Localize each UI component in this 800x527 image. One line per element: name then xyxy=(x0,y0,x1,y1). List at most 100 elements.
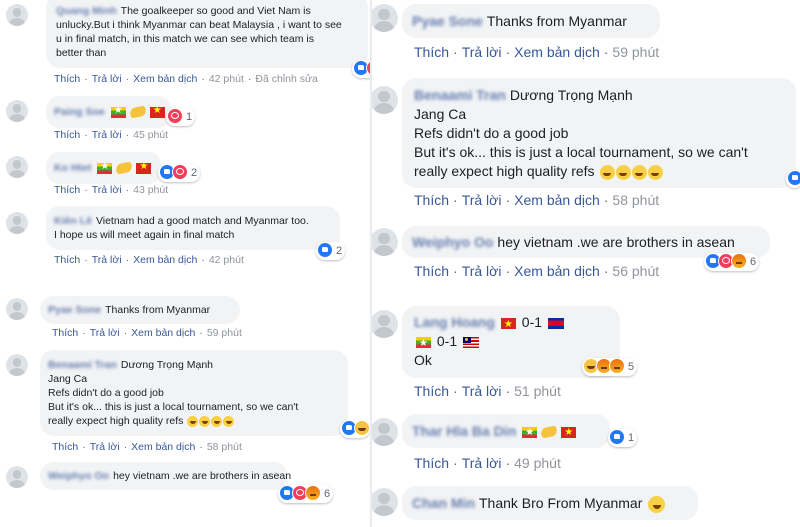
reaction-summary[interactable]: 2 xyxy=(158,164,201,182)
translate-link[interactable]: Xem bản dịch xyxy=(514,44,600,60)
laughing-emoji-icon xyxy=(211,415,223,427)
mention-tag[interactable]: Dương Trọng Mạnh xyxy=(510,87,633,103)
comment-author[interactable]: Quang Minh xyxy=(56,5,117,17)
comment-actions: Thích · Trả lời · 51 phút xyxy=(414,383,561,399)
comment-actions: Thích · Trả lời · Xem bản dịch · 58 phút xyxy=(52,441,242,453)
like-link[interactable]: Thích xyxy=(414,455,449,471)
comment: Pyae Sone Thanks from Myanmar Thích · Trả l… xyxy=(372,0,800,66)
comment-actions: Thích · Trả lời · Xem bản dịch · 58 phút xyxy=(414,192,660,208)
comment-actions: Thích · Trả lời · Xem bản dịch · 56 phút xyxy=(414,263,660,279)
comment-bubble: Kiên Lê Vietnam had a good match and Myan… xyxy=(46,206,340,250)
avatar[interactable] xyxy=(372,4,398,32)
like-link[interactable]: Thích xyxy=(414,44,449,60)
comment-time[interactable]: 43 phút xyxy=(133,184,168,196)
reply-link[interactable]: Trả lời xyxy=(462,455,502,471)
myanmar-flag-icon xyxy=(522,424,538,442)
comment-time[interactable]: 42 phút xyxy=(209,73,244,85)
comment-author[interactable]: Pyae Sone xyxy=(412,13,483,29)
comment-author[interactable]: Weiphyo Oo xyxy=(48,470,109,482)
reaction-summary[interactable] xyxy=(340,420,370,438)
reaction-summary[interactable]: 6 xyxy=(704,253,760,271)
avatar[interactable] xyxy=(6,100,28,122)
reaction-count: 2 xyxy=(191,167,198,179)
avatar[interactable] xyxy=(6,4,28,26)
comment-text: Jang Ca xyxy=(48,373,88,385)
comment-author[interactable]: Chan Min xyxy=(412,495,475,511)
translate-link[interactable]: Xem bản dịch xyxy=(514,263,600,279)
comment-author[interactable]: Weiphyo Oo xyxy=(412,234,493,250)
reaction-summary[interactable]: 1 xyxy=(166,108,196,126)
comment-text: But it's ok... this is just a local tour… xyxy=(414,144,748,160)
translate-link[interactable]: Xem bản dịch xyxy=(131,441,195,453)
avatar[interactable] xyxy=(372,488,398,516)
comment-time[interactable]: 42 phút xyxy=(209,254,244,266)
comment-time[interactable]: 59 phút xyxy=(612,44,659,60)
avatar[interactable] xyxy=(6,354,28,376)
reply-link[interactable]: Trả lời xyxy=(462,263,502,279)
comment-author[interactable]: Paing Soe xyxy=(54,106,105,118)
reaction-summary[interactable]: 1 xyxy=(608,429,638,447)
like-link[interactable]: Thích xyxy=(414,192,449,208)
avatar[interactable] xyxy=(372,86,398,114)
angry-reaction-icon xyxy=(731,253,747,270)
comment-text: Vietnam had a good match and Myanmar too… xyxy=(95,215,309,227)
vietnam-flag-icon xyxy=(149,104,165,118)
comment-time[interactable]: 49 phút xyxy=(514,455,561,471)
comment-author[interactable]: Ko Htet xyxy=(54,162,91,174)
edited-label[interactable]: Đã chỉnh sửa xyxy=(255,73,317,85)
comment-author[interactable]: Benaami Tran xyxy=(414,87,506,103)
avatar[interactable] xyxy=(6,298,28,320)
like-link[interactable]: Thích xyxy=(54,129,80,141)
like-link[interactable]: Thích xyxy=(54,254,80,266)
comment: Ko Htet 2 Thích·Trả lời·43 phút xyxy=(0,152,370,202)
avatar[interactable] xyxy=(372,310,398,338)
translate-link[interactable]: Xem bản dịch xyxy=(133,254,197,266)
avatar[interactable] xyxy=(372,228,398,256)
like-link[interactable]: Thích xyxy=(52,441,78,453)
reaction-count: 5 xyxy=(628,361,635,373)
reply-link[interactable]: Trả lời xyxy=(90,441,120,453)
like-link[interactable]: Thích xyxy=(414,263,449,279)
comment-time[interactable]: 59 phút xyxy=(207,327,242,339)
reply-link[interactable]: Trả lời xyxy=(92,254,122,266)
comment-author[interactable]: Lang Hoang xyxy=(414,314,495,330)
comment-time[interactable]: 58 phút xyxy=(207,441,242,453)
reaction-summary[interactable] xyxy=(352,60,370,78)
comment-author[interactable]: Thar Hla Ba Din xyxy=(412,423,516,439)
comment-author[interactable]: Kiên Lê xyxy=(54,215,92,227)
cambodia-flag-icon xyxy=(547,317,564,329)
reply-link[interactable]: Trả lời xyxy=(462,383,502,399)
comment-time[interactable]: 58 phút xyxy=(612,192,659,208)
reply-link[interactable]: Trả lời xyxy=(92,129,122,141)
translate-link[interactable]: Xem bản dịch xyxy=(514,192,600,208)
myanmar-flag-icon xyxy=(97,160,113,174)
reaction-summary[interactable]: 2 xyxy=(316,242,346,260)
comment-time[interactable]: 56 phút xyxy=(612,263,659,279)
avatar[interactable] xyxy=(6,156,28,178)
avatar[interactable] xyxy=(372,418,398,446)
reply-link[interactable]: Trả lời xyxy=(92,73,122,85)
reply-link[interactable]: Trả lời xyxy=(92,184,122,196)
reaction-summary[interactable] xyxy=(786,170,800,188)
like-link[interactable]: Thích xyxy=(414,383,449,399)
comment-time[interactable]: 45 phút xyxy=(133,129,168,141)
translate-link[interactable]: Xem bản dịch xyxy=(131,327,195,339)
laughing-emoji-icon xyxy=(647,164,663,180)
myanmar-flag-icon xyxy=(416,334,431,353)
reply-link[interactable]: Trả lời xyxy=(462,192,502,208)
reply-link[interactable]: Trả lời xyxy=(462,44,502,60)
comment-time[interactable]: 51 phút xyxy=(514,383,561,399)
like-link[interactable]: Thích xyxy=(54,184,80,196)
comment-author[interactable]: Benaami Tran xyxy=(48,359,117,371)
reply-link[interactable]: Trả lời xyxy=(90,327,120,339)
like-link[interactable]: Thích xyxy=(54,73,80,85)
like-reaction-icon xyxy=(317,242,333,259)
avatar[interactable] xyxy=(6,466,28,488)
avatar[interactable] xyxy=(6,212,28,234)
like-link[interactable]: Thích xyxy=(52,327,78,339)
translate-link[interactable]: Xem bản dịch xyxy=(133,73,197,85)
reaction-summary[interactable]: 5 xyxy=(582,358,638,376)
reaction-summary[interactable]: 6 xyxy=(278,485,334,503)
comment-author[interactable]: Pyae Sone xyxy=(48,304,101,316)
mention-tag[interactable]: Dương Trọng Mạnh xyxy=(121,359,213,371)
